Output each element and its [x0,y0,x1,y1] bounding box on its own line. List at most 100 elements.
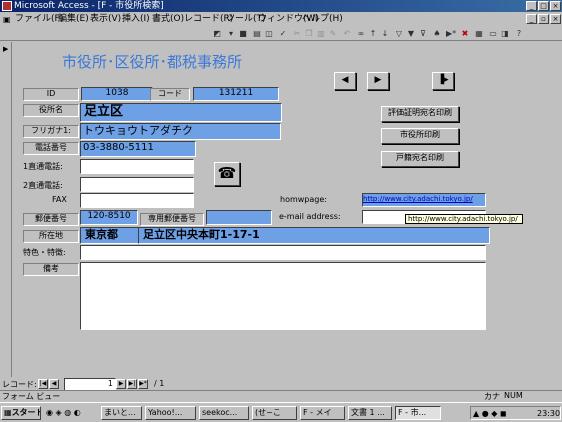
link-icon[interactable]: ∞ [356,29,366,39]
tray-icons[interactable]: ▲ ● ◆ ◼ [473,409,507,418]
prefecture-field[interactable]: 東京都 [80,227,142,244]
database-icon[interactable]: ▭ [488,29,498,39]
num-indicator: NUM [504,391,523,400]
task-2[interactable]: Yahoo!... [145,406,196,420]
homepage-label: homwpage: [280,195,327,204]
dropdown-icon[interactable]: ▾ [226,29,236,39]
menu-insert[interactable]: 挿入(I) [122,14,150,25]
task-4[interactable]: (せ~こ [252,406,297,420]
last-record-button[interactable]: ▶| [127,379,137,389]
doc-restore-icon[interactable]: ▫ [538,14,549,24]
code-label: コード [150,88,190,101]
name-field[interactable]: 足立区 [80,103,282,122]
menu-format[interactable]: 書式(O) [152,14,184,25]
task-5[interactable]: F - メイ [300,406,345,420]
menu-view[interactable]: 表示(V) [90,14,121,25]
remarks-field[interactable] [80,262,486,330]
undo-icon[interactable]: ↶ [342,29,352,39]
first-record-button[interactable]: |◀ [38,379,48,389]
direct1-field[interactable] [80,159,194,174]
new-object-icon[interactable]: ◨ [500,29,510,39]
special-features-label: 特色・特徴: [23,248,66,257]
sort-desc-icon[interactable]: ↓ [380,29,390,39]
id-label: ID [23,88,79,101]
record-selector[interactable]: ▶ [0,42,12,377]
maximize-icon[interactable]: □ [538,1,549,11]
id-field[interactable]: 1038 [81,87,153,101]
record-count: / 1 [154,379,165,388]
fax-field[interactable] [80,193,194,208]
url-tooltip: http://www.city.adachi.tokyo.jp/ [405,214,523,224]
address-field[interactable]: 足立区中央本町1-17-1 [138,227,490,244]
fax-label: FAX [52,195,67,204]
start-button[interactable]: ▦スタート [1,406,41,420]
menu-file[interactable]: ファイル(F) [15,14,63,25]
eval-print-button[interactable]: 評価証明宛名印刷 [381,106,459,122]
telephone-icon: ☎ [217,164,237,182]
next-record-button[interactable]: ▶ [367,72,389,90]
save-icon[interactable]: ■ [238,29,248,39]
office-assistant-icon[interactable]: ? [514,29,524,39]
filter-form-icon[interactable]: ▼ [406,29,416,39]
filter-icon[interactable]: ▽ [394,29,404,39]
document-icon[interactable]: ▣ [3,14,11,25]
properties-icon[interactable]: ▦ [474,29,484,39]
task-3[interactable]: seekoc... [199,406,249,420]
furigana-label: フリガナ1: [23,125,79,138]
family-print-button[interactable]: 戸籍宛名印刷 [381,151,459,167]
paste-icon[interactable]: ▥ [316,29,326,39]
menu-edit[interactable]: 編集(E) [58,14,89,25]
doc-close-icon[interactable]: × [550,14,561,24]
special-features-field[interactable] [80,245,486,260]
close-icon[interactable]: × [550,1,561,11]
new-record-nav-button[interactable]: ▶* [138,379,148,389]
quick-launch-icons[interactable]: ◉ ◈ ◍ ◐ [46,408,81,417]
apply-filter-icon[interactable]: ⊽ [418,29,428,39]
name-label: 役所名 [23,104,79,117]
code-field[interactable]: 131211 [193,87,279,101]
sort-asc-icon[interactable]: ↑ [368,29,378,39]
email-label: e-mail address: [279,212,341,221]
view-icon[interactable]: ◩ [212,29,222,39]
windows-logo-icon: ▦ [4,408,12,417]
postal-field[interactable]: 120-8510 [80,210,138,225]
form-heading: 市役所･区役所･都税事務所 [62,53,243,71]
next-record-nav-button[interactable]: ▶ [116,379,126,389]
copy-icon[interactable]: ❐ [304,29,314,39]
new-record-icon[interactable]: ▶* [446,29,456,39]
office-print-button[interactable]: 市役所印刷 [381,128,459,144]
task-7-active[interactable]: F - 市... [395,406,441,420]
prev-record-button[interactable]: ◀ [334,72,356,90]
direct1-label: 1直通電話: [23,162,63,171]
remarks-label: 備考 [23,263,79,276]
access-app-icon [2,1,12,11]
phone-label: 電話番号 [23,142,79,155]
prev-record-nav-button[interactable]: ◀ [49,379,59,389]
furigana-field[interactable]: トウキョウトアダチク [80,123,281,140]
spell-icon[interactable]: ✓ [278,29,288,39]
direct2-field[interactable] [80,177,194,192]
title-bar: Microsoft Access - [F - 市役所検索] _ □ × [0,0,562,12]
cut-icon[interactable]: ✂ [292,29,302,39]
close-form-button[interactable]: ▐▸ [432,72,454,90]
dedicated-postal-field[interactable] [206,210,272,225]
print-icon[interactable]: ▤ [252,29,262,39]
menu-help[interactable]: ヘルプ(H) [302,14,343,25]
telephone-button[interactable]: ☎ [214,162,240,186]
task-1[interactable]: まいと... [101,406,142,420]
minimize-icon[interactable]: _ [526,1,537,11]
system-tray: ▲ ● ◆ ◼ 23:30 [470,406,561,420]
phone-field[interactable]: 03-3880-5111 [80,141,196,157]
view-status: フォーム ビュー [2,392,61,401]
find-icon[interactable]: ♠ [432,29,442,39]
kana-indicator: カナ [484,392,500,401]
format-painter-icon[interactable]: ✎ [328,29,338,39]
menu-bar: ▣ ファイル(F) 編集(E) 表示(V) 挿入(I) 書式(O) レコード(R… [0,12,562,27]
homepage-link[interactable]: http://www.city.adachi.tokyo.jp/ [362,193,486,207]
delete-record-icon[interactable]: ✖ [460,29,470,39]
postal-label: 郵便番号 [23,213,79,226]
doc-minimize-icon[interactable]: _ [526,14,537,24]
preview-icon[interactable]: ◫ [264,29,274,39]
task-6[interactable]: 文書 1 ... [348,406,392,420]
toolbar: ◩ ▾ ■ ▤ ◫ ✓ ✂ ❐ ▥ ✎ ↶ ∞ ↑ ↓ ▽ ▼ ⊽ ♠ ▶* ✖… [0,27,562,41]
